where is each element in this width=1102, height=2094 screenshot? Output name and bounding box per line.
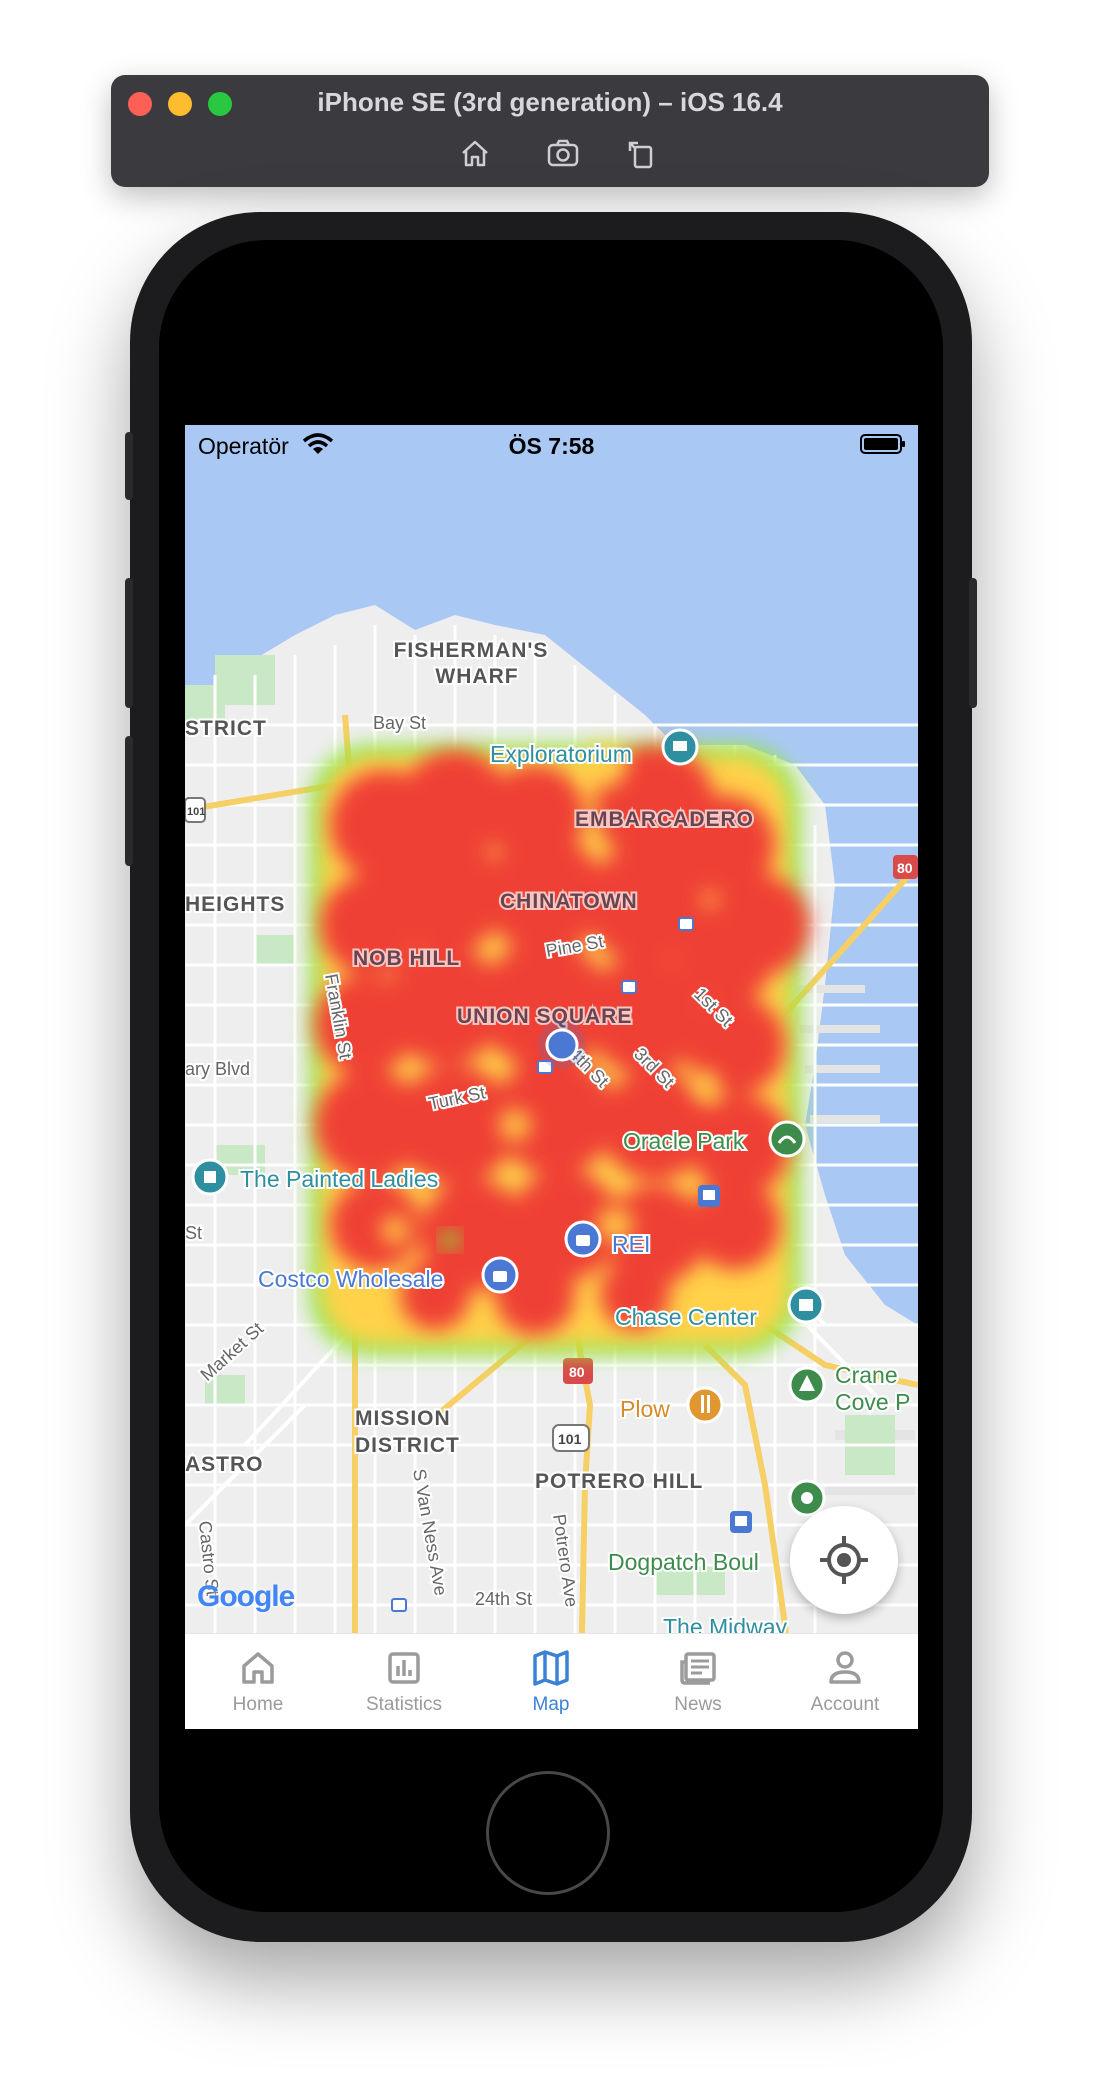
label-embarcadero: EMBARCADERO xyxy=(575,808,754,831)
simulator-title: iPhone SE (3rd generation) – iOS 16.4 xyxy=(317,87,783,117)
news-icon xyxy=(680,1652,716,1685)
label-mission: MISSION xyxy=(355,1407,451,1430)
label-crane-cove-2: Cove P xyxy=(835,1389,910,1415)
label-plow: Plow xyxy=(620,1396,670,1422)
label-costco: Costco Wholesale xyxy=(258,1266,443,1292)
simulator-window-bar: iPhone SE (3rd generation) – iOS 16.4 xyxy=(111,75,989,187)
rotate-icon[interactable] xyxy=(621,135,661,171)
bart-icon xyxy=(678,917,694,931)
label-district: STRICT xyxy=(185,717,267,740)
label-rei: REI xyxy=(612,1231,650,1257)
label-union-square: UNION SQUARE xyxy=(457,1005,632,1028)
label-exploratorium: Exploratorium xyxy=(490,741,632,767)
label-heights: HEIGHTS xyxy=(185,893,285,916)
arena-pin-icon xyxy=(787,1286,825,1324)
shopping-pin-icon-2 xyxy=(481,1256,519,1294)
google-logo-text: Google xyxy=(197,1580,295,1613)
status-bar: Operatör ÖS 7:58 xyxy=(185,425,918,465)
shield-101-label: 101 xyxy=(558,1431,582,1447)
label-chase-center: Chase Center xyxy=(615,1304,757,1330)
label-fishermans-wharf: FISHERMAN'S xyxy=(394,639,549,662)
tab-bar: Home Statistics Map News Account xyxy=(185,1633,918,1729)
label-painted-ladies: The Painted Ladies xyxy=(240,1166,438,1192)
label-oracle-park: Oracle Park xyxy=(623,1128,745,1154)
restaurant-pin-icon xyxy=(686,1386,724,1424)
home-button[interactable] xyxy=(486,1771,610,1895)
shield-80-label: 80 xyxy=(897,860,913,876)
stadium-pin-icon xyxy=(768,1120,806,1158)
shield-101-label-2: 101 xyxy=(187,806,205,818)
tab-map[interactable]: Map xyxy=(478,1634,624,1729)
google-attribution: Google xyxy=(197,1580,295,1614)
tab-statistics[interactable]: Statistics xyxy=(331,1634,477,1729)
power-button xyxy=(969,578,977,708)
mute-switch xyxy=(125,432,133,500)
screenshot-icon[interactable] xyxy=(543,135,583,171)
bart-icon-4 xyxy=(391,1598,407,1612)
label-crane-cove: Crane xyxy=(835,1362,898,1388)
my-location-button[interactable] xyxy=(790,1506,898,1614)
tab-account-label: Account xyxy=(810,1694,880,1715)
tab-home-label: Home xyxy=(232,1694,284,1715)
home-icon[interactable] xyxy=(455,135,495,171)
bart-icon-2 xyxy=(621,980,637,994)
tab-statistics-label: Statistics xyxy=(365,1694,443,1715)
shield-80-label-2: 80 xyxy=(569,1364,585,1380)
label-ary-blvd: ary Blvd xyxy=(185,1059,250,1079)
tab-news[interactable]: News xyxy=(625,1634,771,1729)
clock: ÖS 7:58 xyxy=(508,433,595,459)
label-st: St xyxy=(185,1223,202,1243)
park-pin-icon xyxy=(788,1366,826,1404)
tab-account[interactable]: Account xyxy=(772,1634,918,1729)
label-dogpatch: Dogpatch Boul xyxy=(608,1549,759,1575)
gps-target-icon xyxy=(820,1536,868,1584)
bar-chart-icon xyxy=(388,1652,420,1684)
label-nob-hill: NOB HILL xyxy=(353,947,460,970)
app-screen: FISHERMAN'S WHARF STRICT HEIGHTS MISSION… xyxy=(185,425,918,1729)
home-icon xyxy=(242,1652,274,1684)
landmark-pin-icon xyxy=(191,1158,229,1196)
volume-down-button xyxy=(125,736,133,866)
shopping-pin-icon xyxy=(564,1220,602,1258)
user-location-dot xyxy=(538,1021,586,1069)
label-mission-2: DISTRICT xyxy=(355,1434,460,1457)
label-24th-st: 24th St xyxy=(475,1589,532,1609)
park-pin-icon-2 xyxy=(788,1479,826,1517)
label-bay-st: Bay St xyxy=(373,713,426,733)
label-chinatown: CHINATOWN xyxy=(500,890,638,913)
map-icon xyxy=(533,1650,569,1686)
label-fishermans-wharf-2: WHARF xyxy=(435,665,518,688)
battery-icon xyxy=(860,434,905,454)
tab-home[interactable]: Home xyxy=(185,1634,331,1729)
volume-up-button xyxy=(125,578,133,708)
museum-pin-icon xyxy=(661,728,699,766)
label-astro: ASTRO xyxy=(185,1453,264,1476)
tab-news-label: News xyxy=(674,1694,722,1715)
transit-icon-2 xyxy=(730,1511,752,1533)
label-potrero-hill: POTRERO HILL xyxy=(535,1470,703,1493)
account-icon xyxy=(829,1651,861,1684)
tab-map-label: Map xyxy=(532,1694,570,1715)
transit-icon xyxy=(698,1185,720,1207)
